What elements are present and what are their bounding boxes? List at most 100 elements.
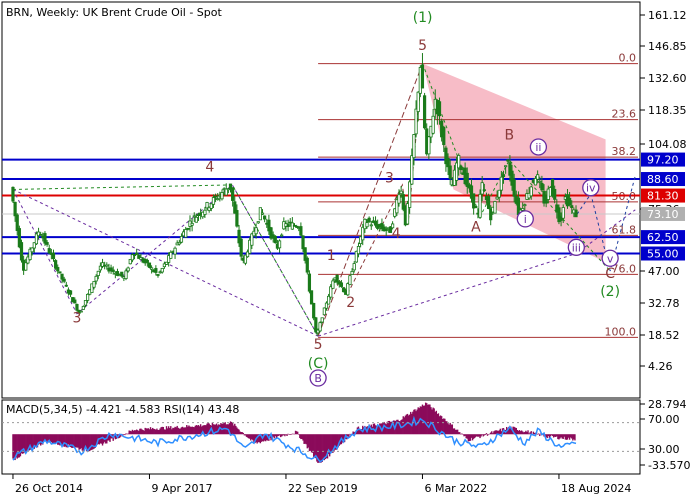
candle-body [43,233,47,244]
macd-bar [539,434,541,437]
candle-body [499,176,503,191]
candle-body [186,227,190,230]
wave-label: 4 [392,226,401,242]
candle-body [179,236,184,243]
macd-bar [480,434,482,437]
indicator-tick-label: -33.570 [648,459,690,472]
candle-body [73,299,77,304]
candle-body [350,270,354,275]
candle-body [92,281,96,288]
candle-body [570,205,574,209]
candle-body [120,271,124,277]
wave-label: A [471,220,481,236]
candle-body [154,268,158,273]
candle-body [239,238,243,257]
candle-body [301,235,305,250]
candle-body [367,217,371,223]
macd-bar [287,433,289,435]
candle-body [422,95,427,129]
x-tick-label: 9 Apr 2017 [151,482,212,495]
candle-body [299,226,303,236]
candle-body [19,242,24,261]
candle-body [68,290,73,295]
wave-label: 4 [205,159,214,175]
y-tick-label: 4.26 [648,360,673,373]
candle-body [256,221,260,224]
candle-body [307,273,312,292]
macd-bar [485,433,488,435]
indicator-tick-label: 30.00 [648,443,680,456]
candle-body [160,267,164,273]
candle-body [147,262,152,268]
wave-label: i [524,213,527,226]
candle-body [213,195,218,198]
macd-bar [574,434,576,441]
candle-body [335,274,339,283]
candle-body [448,165,452,179]
candle-body [220,192,224,200]
x-tick-label: 6 Mar 2022 [424,482,487,495]
wave-label: 3 [385,171,394,187]
price-badge-label: 81.30 [647,190,679,203]
candle-body [384,228,388,231]
x-tick-label: 22 Sep 2019 [288,482,358,495]
candle-body [94,275,98,282]
candle-body [427,136,431,155]
candle-body [105,264,109,267]
wave-label: B [314,372,322,385]
candle-body [47,248,51,254]
candle-body [523,204,527,207]
candle-body [399,190,403,195]
y-tick-label: 146.85 [648,40,687,53]
macd-bar [242,432,245,435]
candle-body [478,193,482,218]
candle-body [30,247,34,253]
candle-body [568,197,572,206]
candle-body [124,270,128,279]
candle-body [536,174,540,180]
candle-body [540,182,544,191]
candle-body [431,115,435,134]
candle-body [81,306,85,310]
candle-body [504,165,508,168]
candle-body [348,275,352,285]
wave-label: 2 [346,295,355,311]
candle-body [51,252,56,260]
macd-bar [484,434,487,436]
candle-body [11,186,15,202]
candle-body [260,212,265,215]
candle-body [442,126,446,145]
candle-body [561,207,565,219]
candle-body [493,201,497,214]
candle-body [320,317,324,323]
candle-body [414,108,418,135]
candle-body [356,246,361,255]
candle-body [254,227,258,235]
y-tick-label: 118.35 [648,104,687,117]
candle-body [397,194,401,204]
wave-label: (2) [600,284,620,300]
candle-body [318,322,322,332]
candle-body [305,257,309,273]
candle-body [553,188,557,200]
y-tick-label: 47.00 [648,265,680,278]
indicator-tick-label: 28.794 [648,398,687,411]
candle-body [75,303,79,311]
candle-body [263,215,267,220]
price-badge-label: 88.60 [647,173,679,186]
macd-bar [124,434,126,436]
candle-body [365,222,369,228]
candle-body [322,307,326,316]
macd-bar [290,434,292,435]
candle-body [472,193,476,209]
candle-body [203,209,207,215]
wave-label: iv [586,182,596,195]
candle-body [506,159,510,162]
candle-body [512,179,516,197]
candle-body [64,284,68,287]
wave-label: ii [535,141,541,154]
candle-body [169,251,173,259]
candle-body [177,241,181,245]
macd-bar [537,433,540,435]
candle-body [420,64,425,89]
